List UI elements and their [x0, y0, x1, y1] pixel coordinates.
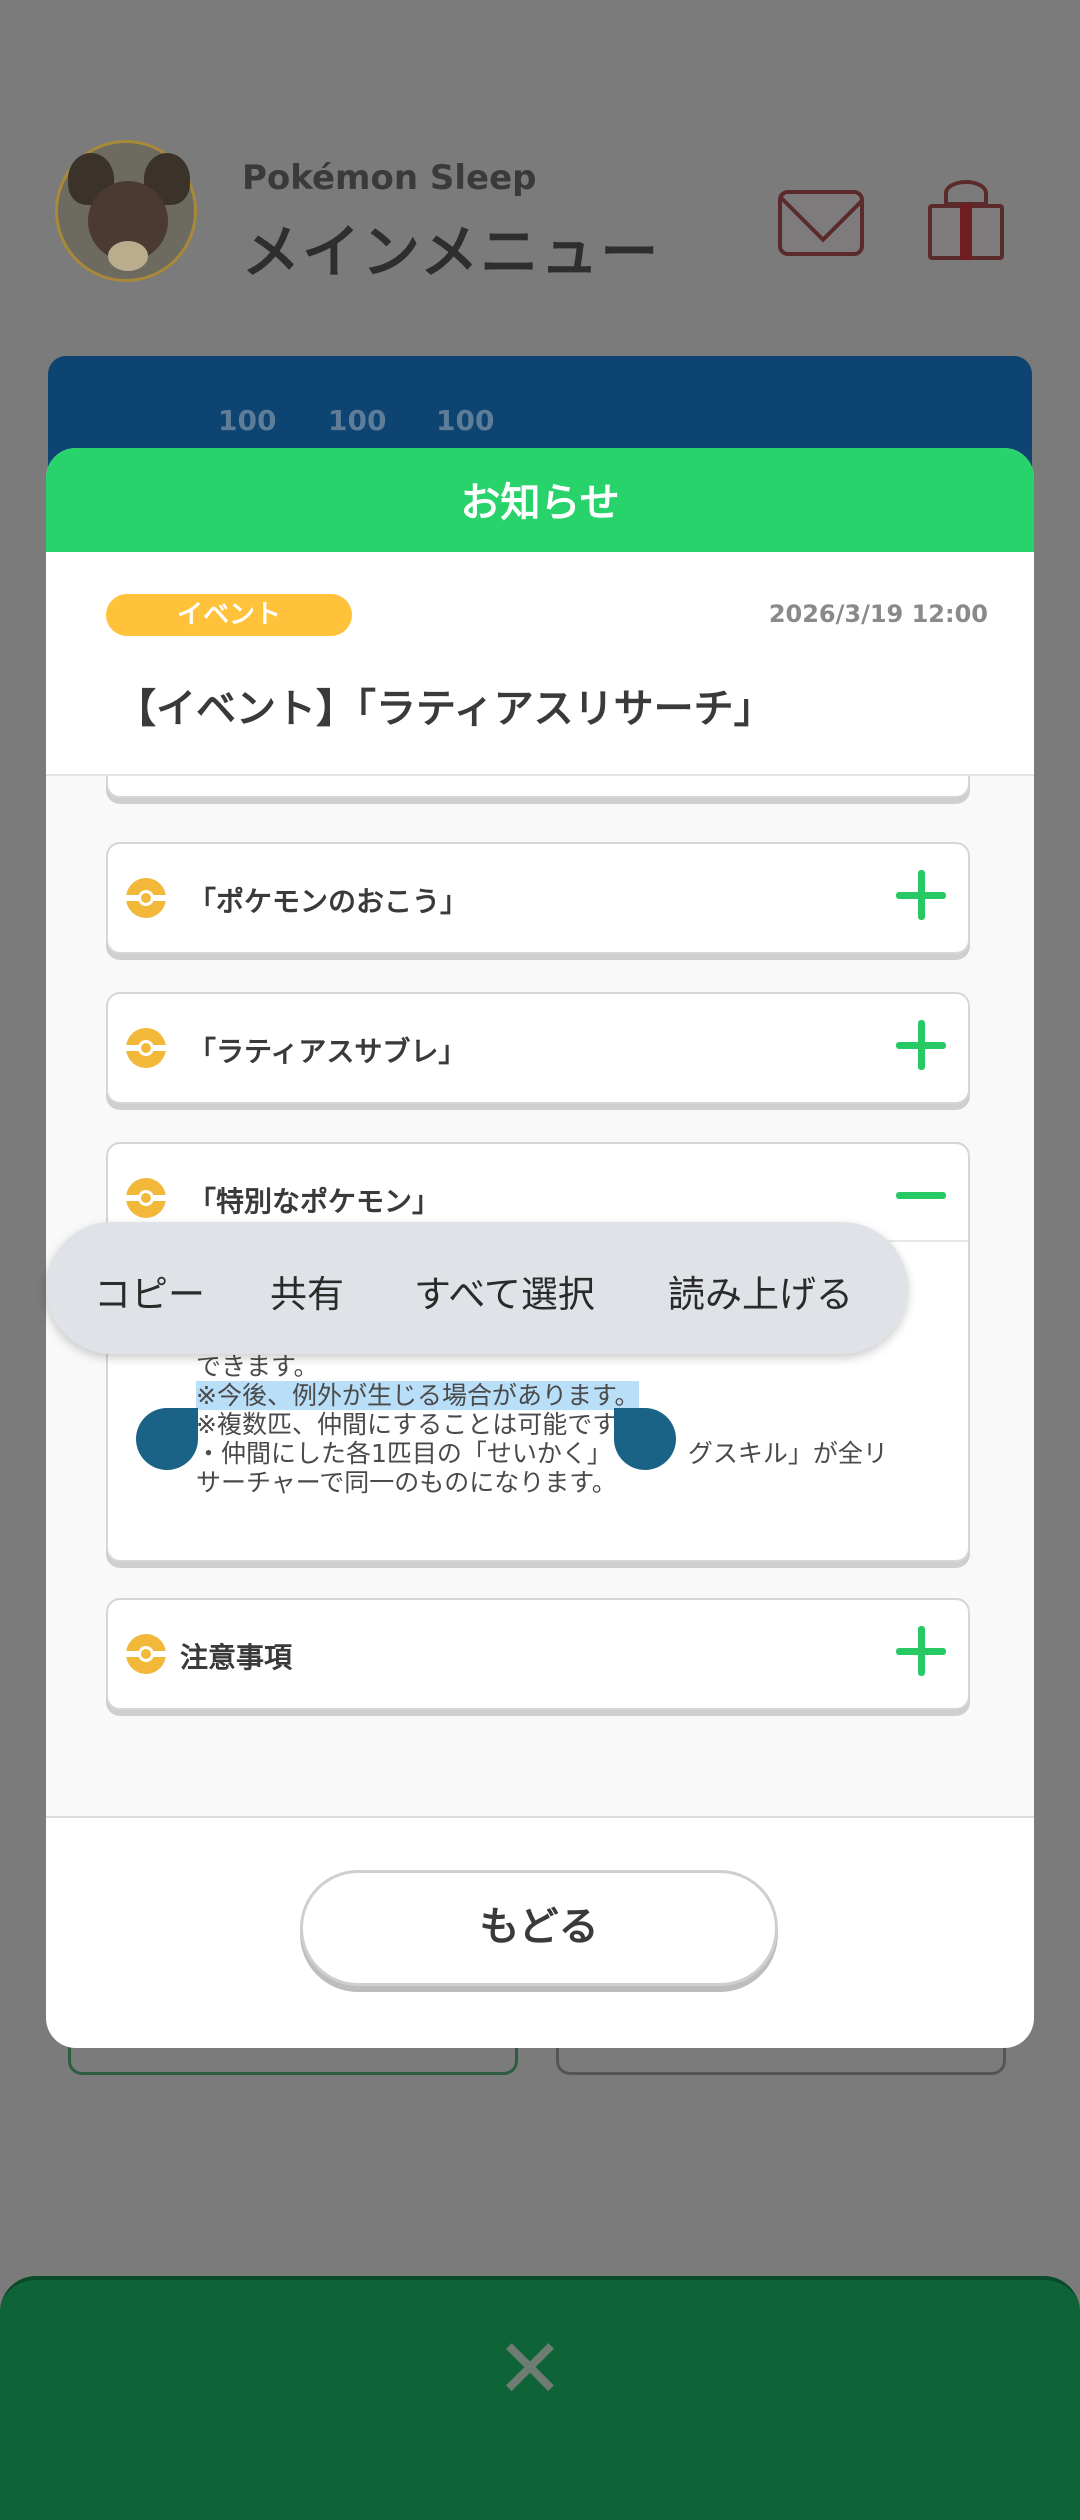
stat-value: 100: [328, 404, 387, 437]
selection-end-handle[interactable]: [614, 1408, 676, 1470]
select-all-button[interactable]: すべて選択: [414, 1264, 595, 1318]
accordion-label: 「ラティアスサブレ」: [188, 1035, 467, 1068]
pokeball-icon: [126, 1634, 166, 1674]
text-selection-menu: コピー 共有 すべて選択 読み上げる: [46, 1222, 908, 1354]
accordion-label: 注意事項: [180, 1641, 293, 1674]
accordion-card-partial[interactable]: [106, 776, 970, 798]
expand-plus-icon[interactable]: [896, 1020, 946, 1070]
app-name: Pokémon Sleep: [242, 158, 537, 198]
avatar[interactable]: [55, 140, 197, 282]
close-icon[interactable]: ✕: [495, 2329, 565, 2411]
selected-text[interactable]: ※今後、例外が生じる場合があります。: [196, 1381, 640, 1410]
copy-button[interactable]: コピー: [94, 1264, 205, 1318]
section-body-text[interactable]: できます。 ※今後、例外が生じる場合があります。 ※複数匹、仲間にすることは可能…: [196, 1352, 896, 1497]
mail-icon[interactable]: [778, 190, 864, 256]
dialog-title: お知らせ: [460, 480, 620, 526]
accordion-card[interactable]: 注意事項: [106, 1598, 970, 1710]
stat-value: 100: [436, 404, 495, 437]
gift-icon[interactable]: [928, 180, 1004, 260]
accordion-label: 「ポケモンのおこう」: [188, 885, 469, 918]
page-title: メインメニュー: [242, 218, 661, 286]
pokeball-icon: [126, 878, 166, 918]
pokeball-icon: [126, 1178, 166, 1218]
back-button[interactable]: もどる: [300, 1870, 778, 1986]
read-aloud-button[interactable]: 読み上げる: [668, 1264, 853, 1318]
accordion-card[interactable]: 「ラティアスサブレ」: [106, 992, 970, 1104]
expand-plus-icon[interactable]: [896, 870, 946, 920]
expand-plus-icon[interactable]: [896, 1626, 946, 1676]
stat-value: 100: [218, 404, 277, 437]
category-badge: イベント: [106, 594, 352, 636]
selection-start-handle[interactable]: [136, 1408, 198, 1470]
share-button[interactable]: 共有: [270, 1264, 344, 1318]
main-menu-header: Pokémon Sleep メインメニュー: [0, 0, 1080, 340]
news-title: 【イベント】「ラティアスリサーチ」: [116, 686, 774, 732]
pokeball-icon: [126, 1028, 166, 1068]
collapse-minus-icon[interactable]: [896, 1170, 946, 1220]
accordion-label: 「特別なポケモン」: [188, 1185, 441, 1218]
divider: [46, 1816, 1034, 1818]
post-date: 2026/3/19 12:00: [768, 600, 988, 628]
accordion-card[interactable]: 「ポケモンのおこう」: [106, 842, 970, 954]
dialog-header: お知らせ: [46, 448, 1034, 552]
